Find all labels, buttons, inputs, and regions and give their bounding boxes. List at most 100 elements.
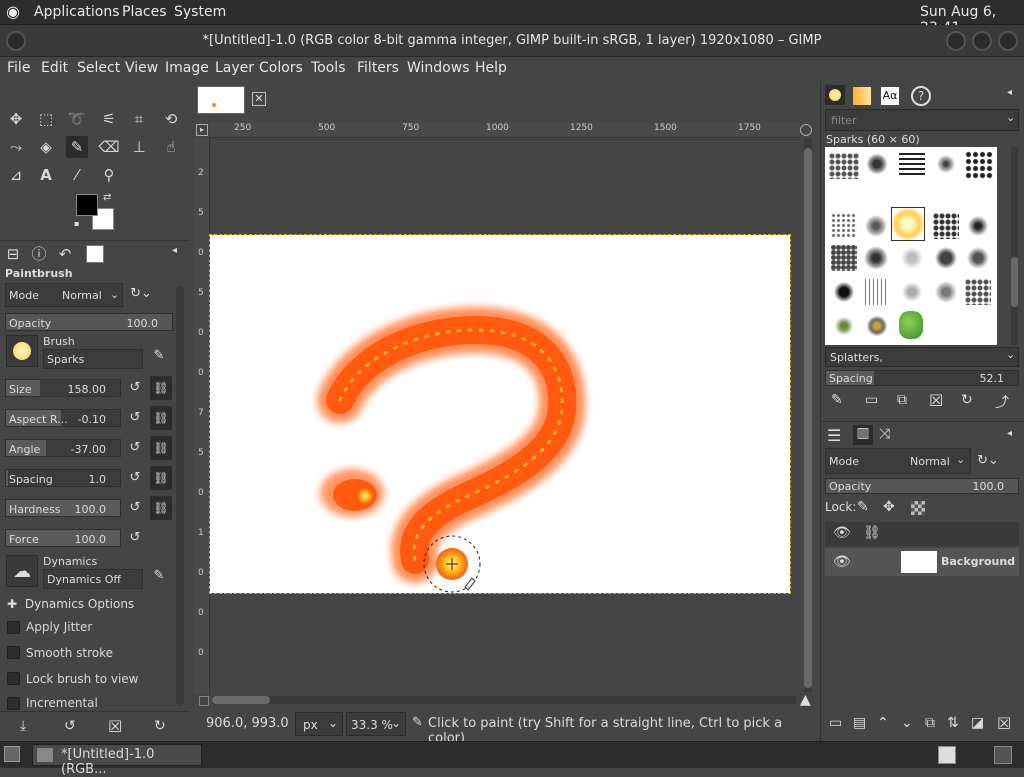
channels-tab-icon[interactable]: ▥ [853,425,873,445]
menu-layer[interactable]: Layer [215,60,254,76]
image-canvas[interactable] [209,234,791,594]
vertical-ruler[interactable]: 2 5 0 5 0 0 7 5 0 1 0 0 0 [194,138,210,694]
splatter-brush[interactable] [965,279,991,305]
splatter-brush[interactable] [831,279,857,305]
taskbar-window-button[interactable]: *[Untitled]-1.0 (RGB... [32,744,202,777]
splatter-brush[interactable] [965,213,991,239]
system-menu[interactable]: System [174,4,226,20]
minimize-button[interactable] [946,31,966,51]
undo-history-tab-icon[interactable]: ↶ [54,243,76,265]
horizontal-ruler[interactable]: 250 500 750 1000 1250 1500 1750 [210,122,800,138]
dynamics-options-expander[interactable]: ✚ Dynamics Options [7,597,134,611]
crop-tool-icon[interactable]: ⌗ [128,108,150,130]
reset-force-icon[interactable]: ↺ [124,527,146,549]
menu-image[interactable]: Image [165,60,209,76]
splatter-brush[interactable] [829,153,859,179]
unit-select[interactable]: px ⌄ [295,712,343,736]
splatter-brush[interactable] [831,213,857,239]
panel-menu-icon[interactable]: ◂ [172,245,177,256]
maximize-button[interactable] [972,31,992,51]
applications-menu[interactable]: Applications [34,4,120,20]
raise-layer-icon[interactable]: ⌃ [877,715,889,731]
distro-logo-icon[interactable]: ◉ [6,2,20,21]
quick-mask-toggle-icon[interactable]: ▸ [196,124,208,136]
horizontal-scroll-thumb[interactable] [212,696,270,704]
layer-row-background[interactable]: 👁 Background [825,548,1019,576]
splatter-brush[interactable] [933,279,959,305]
duplicate-brush-icon[interactable]: ⧉ [897,392,907,408]
zoom-image-toggle-icon[interactable] [199,696,209,706]
link-aspect-icon[interactable]: ⛓ [150,406,172,430]
layer-mode-select[interactable]: Mode Normal ⌄ [825,448,971,474]
fonts-tab-icon[interactable]: Aα [881,87,899,105]
reset-layer-mode-icon[interactable]: ↻⌄ [977,450,999,472]
brush-tag-select[interactable]: Splatters, ⌄ [825,347,1019,367]
link-angle-icon[interactable]: ⛓ [150,436,172,460]
menu-windows[interactable]: Windows [407,60,470,76]
clone-tool-icon[interactable]: ⊥ [128,136,150,158]
brush-grid-scroll-thumb[interactable] [1011,257,1018,307]
brushes-tab-icon[interactable] [825,85,845,105]
edit-brush-icon[interactable]: ✎ [148,345,170,367]
link-spacing-icon[interactable]: ⛓ [150,466,172,490]
lock-position-icon[interactable]: ✥ [883,499,895,515]
splatter-brush[interactable] [965,151,993,179]
smooth-stroke-checkbox[interactable] [7,646,20,659]
paintbrush-tool-icon[interactable]: ✎ [66,136,88,158]
reset-options-icon[interactable]: ↻ [154,718,166,734]
reset-hardness-icon[interactable]: ↺ [124,497,146,519]
menu-file[interactable]: File [7,60,30,76]
help-tab-icon[interactable]: ? [911,86,931,106]
restore-options-icon[interactable]: ↺ [64,718,76,734]
sparks-brush-selected[interactable] [891,207,925,241]
foreground-color-swatch[interactable] [76,194,98,216]
splatter-brush[interactable] [933,151,959,177]
splatter-brush[interactable] [933,245,959,271]
lock-alpha-icon[interactable] [911,501,925,515]
menu-view[interactable]: View [125,60,158,76]
reset-spacing-icon[interactable]: ↺ [124,467,146,489]
gimp-mascot-brush[interactable] [863,313,891,339]
eye-icon[interactable]: 👁 [833,554,851,570]
new-brush-icon[interactable]: ▭ [865,392,878,408]
move-tool-icon[interactable]: ✥ [5,108,27,130]
mask-layer-icon[interactable]: ◪ [971,715,984,731]
hardness-slider[interactable]: Hardness 100.0 [5,499,121,517]
splatter-brush[interactable] [863,245,889,271]
link-size-icon[interactable]: ⛓ [150,376,172,400]
patterns-tab-icon[interactable] [853,87,871,105]
lock-brush-checkbox[interactable] [7,672,20,685]
swap-colors-icon[interactable]: ⇄ [103,192,111,203]
reset-aspect-icon[interactable]: ↺ [124,407,146,429]
layers-tab-icon[interactable]: ☰ [827,426,841,445]
delete-brush-icon[interactable]: ☒ [929,391,943,410]
aspect-ratio-slider[interactable]: Aspect R... -0.10 [5,409,121,427]
zoom-tool-icon[interactable]: ⚲ [98,164,120,186]
vertical-scrollbar[interactable] [804,138,812,692]
edit-brush-icon[interactable]: ✎ [831,392,843,408]
vertical-scroll-thumb[interactable] [804,148,812,688]
mode-select[interactable]: Mode Normal ⌄ [5,283,123,307]
opacity-slider[interactable]: Opacity 100.0 [5,313,173,331]
splatter-brush[interactable] [899,279,925,305]
layer-name[interactable]: Background [941,555,1015,568]
fuzzy-select-tool-icon[interactable]: ⚟ [98,108,120,130]
navigation-arrow-icon[interactable]: ▲ [800,692,811,708]
menu-help[interactable]: Help [475,60,507,76]
default-colors-icon[interactable]: ▪ [74,219,79,228]
pepper-brush[interactable] [899,311,923,339]
size-slider[interactable]: Size 158.00 [5,379,121,397]
dynamics-icon[interactable]: ☁ [6,555,38,587]
image-tab-thumbnail[interactable] [197,86,245,114]
splatter-brush[interactable] [965,245,991,271]
link-hardness-icon[interactable]: ⛓ [150,496,172,520]
device-status-tab-icon[interactable]: ⓘ [28,243,50,265]
grass-brush[interactable] [865,279,889,305]
new-layer-icon[interactable]: ▭ [829,715,842,731]
show-desktop-icon[interactable] [4,746,20,762]
reset-mode-icon[interactable]: ↻⌄ [130,283,152,305]
open-brush-as-image-icon[interactable]: ⤴ [995,392,1009,412]
save-options-icon[interactable]: ⤓ [20,718,26,734]
new-group-icon[interactable]: ▤ [853,715,866,731]
splatter-brush[interactable] [831,245,857,271]
